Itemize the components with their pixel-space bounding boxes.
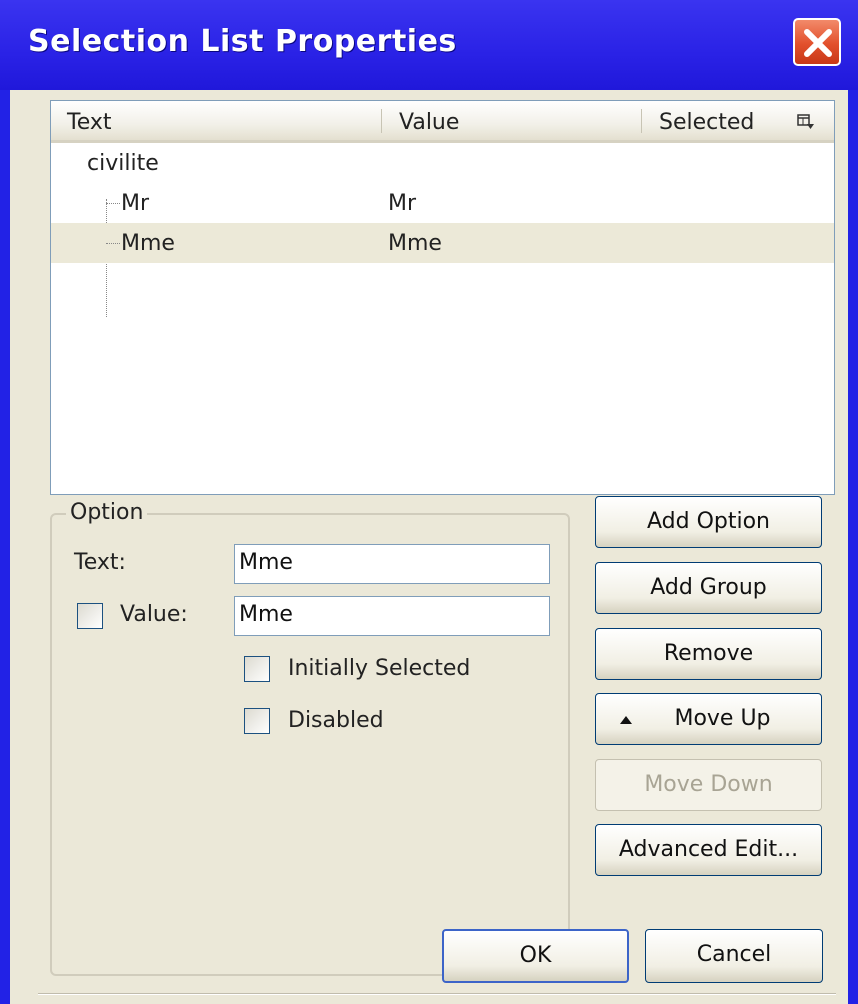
disabled-label: Disabled [288, 708, 384, 733]
advanced-edit-button[interactable]: Advanced Edit... [595, 824, 822, 876]
list-group-row[interactable]: civilite [51, 143, 834, 183]
initially-selected-checkbox[interactable] [244, 656, 270, 682]
move-up-button[interactable]: Move Up [595, 693, 822, 745]
tree-connector [106, 203, 120, 204]
column-header-text[interactable]: Text [67, 110, 112, 135]
dialog-client-area: Text Value Selected civilite Mr Mr Mme M… [10, 90, 848, 1004]
column-separator[interactable] [641, 109, 642, 133]
divider [38, 993, 836, 995]
option-text: Mme [121, 231, 175, 256]
add-group-button[interactable]: Add Group [595, 562, 822, 614]
move-up-label: Move Up [674, 706, 771, 731]
option-value: Mme [388, 231, 442, 256]
list-item-selected[interactable]: Mme Mme [51, 223, 834, 263]
option-text: Mr [121, 191, 150, 216]
options-list[interactable]: Text Value Selected civilite Mr Mr Mme M… [50, 100, 835, 495]
column-separator[interactable] [381, 109, 382, 133]
ok-button[interactable]: OK [442, 929, 629, 983]
title-bar[interactable]: Selection List Properties [0, 0, 858, 90]
column-header-value[interactable]: Value [399, 110, 459, 135]
cancel-button[interactable]: Cancel [645, 929, 823, 983]
add-option-button[interactable]: Add Option [595, 496, 822, 548]
group-label: civilite [87, 151, 159, 176]
value-input[interactable]: Mme [234, 596, 550, 636]
close-icon [804, 29, 832, 57]
remove-button[interactable]: Remove [595, 628, 822, 680]
disabled-checkbox[interactable] [244, 708, 270, 734]
option-value: Mr [388, 191, 417, 216]
value-label: Value: [120, 602, 188, 627]
column-header-selected[interactable]: Selected [659, 110, 754, 135]
window-title: Selection List Properties [28, 24, 457, 59]
list-item[interactable]: Mr Mr [51, 183, 834, 223]
tree-connector [106, 243, 120, 244]
initially-selected-label: Initially Selected [288, 656, 471, 681]
arrow-up-icon [620, 716, 632, 724]
value-checkbox[interactable] [77, 603, 103, 629]
text-label: Text: [74, 550, 126, 575]
dialog-window: Selection List Properties Text Value Sel… [0, 0, 858, 1004]
move-down-button[interactable]: Move Down [595, 759, 822, 811]
column-chooser-icon[interactable] [797, 113, 815, 131]
list-header: Text Value Selected [51, 101, 834, 143]
close-button[interactable] [793, 18, 841, 66]
option-group-title: Option [66, 500, 148, 525]
text-input[interactable]: Mme [234, 544, 550, 584]
